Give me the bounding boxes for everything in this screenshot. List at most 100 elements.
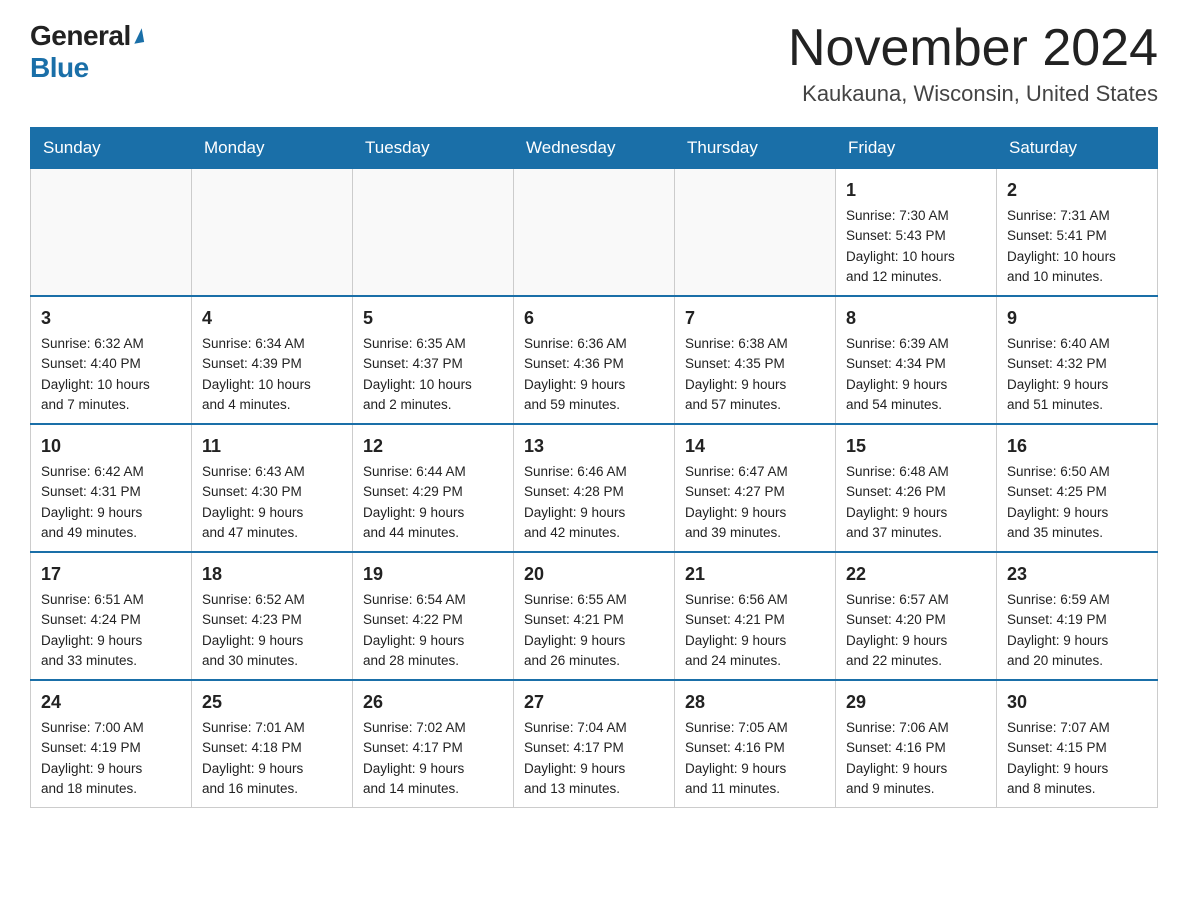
day-number: 9 — [1007, 305, 1147, 332]
calendar-cell: 22Sunrise: 6:57 AM Sunset: 4:20 PM Dayli… — [836, 552, 997, 680]
calendar-cell: 29Sunrise: 7:06 AM Sunset: 4:16 PM Dayli… — [836, 680, 997, 808]
weekday-header-monday: Monday — [192, 128, 353, 169]
month-title: November 2024 — [788, 20, 1158, 77]
day-info: Sunrise: 6:56 AM Sunset: 4:21 PM Dayligh… — [685, 590, 825, 671]
day-info: Sunrise: 6:32 AM Sunset: 4:40 PM Dayligh… — [41, 334, 181, 415]
day-number: 8 — [846, 305, 986, 332]
calendar-week-row: 24Sunrise: 7:00 AM Sunset: 4:19 PM Dayli… — [31, 680, 1158, 808]
day-info: Sunrise: 7:31 AM Sunset: 5:41 PM Dayligh… — [1007, 206, 1147, 287]
day-number: 25 — [202, 689, 342, 716]
day-info: Sunrise: 6:36 AM Sunset: 4:36 PM Dayligh… — [524, 334, 664, 415]
calendar-cell: 4Sunrise: 6:34 AM Sunset: 4:39 PM Daylig… — [192, 296, 353, 424]
day-number: 27 — [524, 689, 664, 716]
calendar-cell: 27Sunrise: 7:04 AM Sunset: 4:17 PM Dayli… — [514, 680, 675, 808]
logo: General Blue — [30, 20, 143, 84]
calendar-cell: 3Sunrise: 6:32 AM Sunset: 4:40 PM Daylig… — [31, 296, 192, 424]
day-info: Sunrise: 6:39 AM Sunset: 4:34 PM Dayligh… — [846, 334, 986, 415]
calendar-week-row: 1Sunrise: 7:30 AM Sunset: 5:43 PM Daylig… — [31, 169, 1158, 297]
day-info: Sunrise: 7:06 AM Sunset: 4:16 PM Dayligh… — [846, 718, 986, 799]
day-number: 28 — [685, 689, 825, 716]
calendar-cell: 19Sunrise: 6:54 AM Sunset: 4:22 PM Dayli… — [353, 552, 514, 680]
calendar-cell: 8Sunrise: 6:39 AM Sunset: 4:34 PM Daylig… — [836, 296, 997, 424]
day-number: 23 — [1007, 561, 1147, 588]
day-info: Sunrise: 6:34 AM Sunset: 4:39 PM Dayligh… — [202, 334, 342, 415]
calendar-cell: 13Sunrise: 6:46 AM Sunset: 4:28 PM Dayli… — [514, 424, 675, 552]
calendar-cell — [514, 169, 675, 297]
day-number: 26 — [363, 689, 503, 716]
calendar-cell: 20Sunrise: 6:55 AM Sunset: 4:21 PM Dayli… — [514, 552, 675, 680]
day-info: Sunrise: 6:47 AM Sunset: 4:27 PM Dayligh… — [685, 462, 825, 543]
day-number: 22 — [846, 561, 986, 588]
calendar-cell: 28Sunrise: 7:05 AM Sunset: 4:16 PM Dayli… — [675, 680, 836, 808]
day-info: Sunrise: 6:48 AM Sunset: 4:26 PM Dayligh… — [846, 462, 986, 543]
day-number: 3 — [41, 305, 181, 332]
day-info: Sunrise: 6:40 AM Sunset: 4:32 PM Dayligh… — [1007, 334, 1147, 415]
day-number: 21 — [685, 561, 825, 588]
day-number: 20 — [524, 561, 664, 588]
calendar-cell: 7Sunrise: 6:38 AM Sunset: 4:35 PM Daylig… — [675, 296, 836, 424]
weekday-header-tuesday: Tuesday — [353, 128, 514, 169]
day-info: Sunrise: 7:04 AM Sunset: 4:17 PM Dayligh… — [524, 718, 664, 799]
day-info: Sunrise: 6:44 AM Sunset: 4:29 PM Dayligh… — [363, 462, 503, 543]
weekday-header-thursday: Thursday — [675, 128, 836, 169]
calendar-cell: 12Sunrise: 6:44 AM Sunset: 4:29 PM Dayli… — [353, 424, 514, 552]
page-header: General Blue November 2024 Kaukauna, Wis… — [30, 20, 1158, 107]
day-info: Sunrise: 6:51 AM Sunset: 4:24 PM Dayligh… — [41, 590, 181, 671]
calendar-cell: 17Sunrise: 6:51 AM Sunset: 4:24 PM Dayli… — [31, 552, 192, 680]
day-info: Sunrise: 6:55 AM Sunset: 4:21 PM Dayligh… — [524, 590, 664, 671]
weekday-header-saturday: Saturday — [997, 128, 1158, 169]
day-number: 18 — [202, 561, 342, 588]
calendar-cell: 26Sunrise: 7:02 AM Sunset: 4:17 PM Dayli… — [353, 680, 514, 808]
calendar-cell: 18Sunrise: 6:52 AM Sunset: 4:23 PM Dayli… — [192, 552, 353, 680]
calendar-cell: 21Sunrise: 6:56 AM Sunset: 4:21 PM Dayli… — [675, 552, 836, 680]
day-number: 15 — [846, 433, 986, 460]
day-info: Sunrise: 7:05 AM Sunset: 4:16 PM Dayligh… — [685, 718, 825, 799]
calendar-cell — [192, 169, 353, 297]
day-number: 6 — [524, 305, 664, 332]
calendar-cell: 6Sunrise: 6:36 AM Sunset: 4:36 PM Daylig… — [514, 296, 675, 424]
day-info: Sunrise: 7:01 AM Sunset: 4:18 PM Dayligh… — [202, 718, 342, 799]
weekday-header-sunday: Sunday — [31, 128, 192, 169]
day-info: Sunrise: 6:43 AM Sunset: 4:30 PM Dayligh… — [202, 462, 342, 543]
day-info: Sunrise: 6:38 AM Sunset: 4:35 PM Dayligh… — [685, 334, 825, 415]
logo-general-text: General — [30, 20, 131, 52]
day-info: Sunrise: 7:00 AM Sunset: 4:19 PM Dayligh… — [41, 718, 181, 799]
logo-blue-text: Blue — [30, 52, 89, 84]
day-number: 19 — [363, 561, 503, 588]
calendar-cell: 16Sunrise: 6:50 AM Sunset: 4:25 PM Dayli… — [997, 424, 1158, 552]
title-section: November 2024 Kaukauna, Wisconsin, Unite… — [788, 20, 1158, 107]
logo-triangle-icon — [132, 28, 144, 44]
day-info: Sunrise: 6:54 AM Sunset: 4:22 PM Dayligh… — [363, 590, 503, 671]
calendar-cell: 23Sunrise: 6:59 AM Sunset: 4:19 PM Dayli… — [997, 552, 1158, 680]
day-number: 7 — [685, 305, 825, 332]
calendar-week-row: 17Sunrise: 6:51 AM Sunset: 4:24 PM Dayli… — [31, 552, 1158, 680]
day-number: 1 — [846, 177, 986, 204]
day-number: 11 — [202, 433, 342, 460]
calendar-cell: 2Sunrise: 7:31 AM Sunset: 5:41 PM Daylig… — [997, 169, 1158, 297]
calendar-week-row: 3Sunrise: 6:32 AM Sunset: 4:40 PM Daylig… — [31, 296, 1158, 424]
day-number: 17 — [41, 561, 181, 588]
day-info: Sunrise: 6:46 AM Sunset: 4:28 PM Dayligh… — [524, 462, 664, 543]
day-number: 13 — [524, 433, 664, 460]
day-number: 5 — [363, 305, 503, 332]
calendar-cell: 1Sunrise: 7:30 AM Sunset: 5:43 PM Daylig… — [836, 169, 997, 297]
day-number: 2 — [1007, 177, 1147, 204]
day-info: Sunrise: 7:30 AM Sunset: 5:43 PM Dayligh… — [846, 206, 986, 287]
calendar-cell: 30Sunrise: 7:07 AM Sunset: 4:15 PM Dayli… — [997, 680, 1158, 808]
calendar-week-row: 10Sunrise: 6:42 AM Sunset: 4:31 PM Dayli… — [31, 424, 1158, 552]
calendar-cell: 11Sunrise: 6:43 AM Sunset: 4:30 PM Dayli… — [192, 424, 353, 552]
day-number: 12 — [363, 433, 503, 460]
day-info: Sunrise: 7:07 AM Sunset: 4:15 PM Dayligh… — [1007, 718, 1147, 799]
day-number: 16 — [1007, 433, 1147, 460]
calendar-cell — [353, 169, 514, 297]
calendar-cell: 14Sunrise: 6:47 AM Sunset: 4:27 PM Dayli… — [675, 424, 836, 552]
day-info: Sunrise: 6:35 AM Sunset: 4:37 PM Dayligh… — [363, 334, 503, 415]
weekday-header-friday: Friday — [836, 128, 997, 169]
day-info: Sunrise: 6:42 AM Sunset: 4:31 PM Dayligh… — [41, 462, 181, 543]
weekday-header-row: SundayMondayTuesdayWednesdayThursdayFrid… — [31, 128, 1158, 169]
weekday-header-wednesday: Wednesday — [514, 128, 675, 169]
day-number: 10 — [41, 433, 181, 460]
day-info: Sunrise: 6:57 AM Sunset: 4:20 PM Dayligh… — [846, 590, 986, 671]
day-number: 29 — [846, 689, 986, 716]
calendar-cell — [31, 169, 192, 297]
